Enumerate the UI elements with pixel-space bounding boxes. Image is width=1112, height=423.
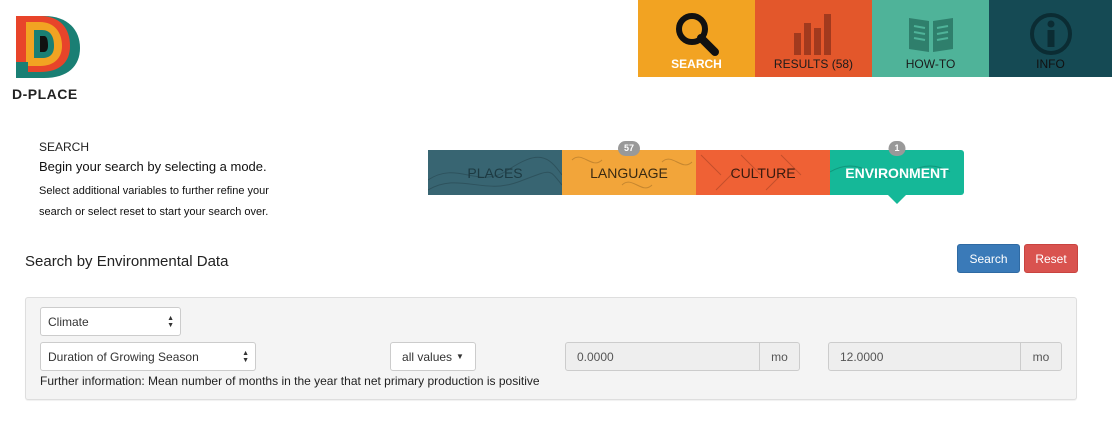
info-icon xyxy=(989,8,1112,60)
active-tab-caret xyxy=(888,195,906,204)
tab-places[interactable]: PLACES xyxy=(428,150,562,195)
nav-howto[interactable]: HOW-TO xyxy=(872,0,989,77)
intro-heading: SEARCH xyxy=(39,140,90,154)
nav-info-label: INFO xyxy=(1036,57,1065,71)
tab-environment[interactable]: 1 ENVIRONMENT xyxy=(830,141,964,204)
intro-lead: Begin your search by selecting a mode. xyxy=(39,159,267,174)
min-unit-addon: mo xyxy=(760,342,800,371)
search-intro: SEARCH Begin your search by selecting a … xyxy=(39,140,339,223)
search-icon xyxy=(638,8,755,60)
variable-select[interactable]: Duration of Growing Season ▲ ▼ xyxy=(40,342,256,371)
min-value-group: 0.0000 mo xyxy=(565,342,800,371)
nav-search-label: SEARCH xyxy=(671,57,722,71)
nav-search[interactable]: SEARCH xyxy=(638,0,755,77)
section-title: Search by Environmental Data xyxy=(25,253,229,270)
nav-results-label: RESULTS (58) xyxy=(773,57,854,71)
min-value-input[interactable]: 0.0000 xyxy=(565,342,760,371)
nav-info[interactable]: INFO xyxy=(989,0,1112,77)
nav-howto-label: HOW-TO xyxy=(905,57,956,71)
nav-results[interactable]: RESULTS (58) xyxy=(755,0,872,77)
further-information: Further information: Mean number of mont… xyxy=(40,374,540,388)
max-value-input[interactable]: 12.0000 xyxy=(828,342,1021,371)
select-arrows-icon: ▲ ▼ xyxy=(242,350,249,364)
intro-sub: Select additional variables to further r… xyxy=(39,185,269,218)
select-arrows-icon: ▲ ▼ xyxy=(167,315,174,329)
environment-count-badge: 1 xyxy=(888,141,906,156)
max-value-group: 12.0000 mo xyxy=(828,342,1062,371)
category-value: Climate xyxy=(48,314,89,329)
tab-language-label: LANGUAGE xyxy=(590,164,668,181)
brand-name: D-PLACE xyxy=(12,86,78,102)
category-select[interactable]: Climate ▲ ▼ xyxy=(40,307,181,336)
d-place-logo[interactable]: D-PLACE xyxy=(12,12,92,102)
tab-language[interactable]: 57 LANGUAGE xyxy=(562,141,696,195)
tab-places-label: PLACES xyxy=(467,164,523,181)
caret-down-icon: ▼ xyxy=(456,352,464,361)
top-nav: SEARCH RESULTS (58) HOW-TO INFO xyxy=(638,0,1112,77)
max-unit-addon: mo xyxy=(1021,342,1062,371)
search-mode-tabs: PLACES 57 LANGUAGE CULTURE 1 ENVIRONMENT xyxy=(428,141,964,204)
logo-mark-icon xyxy=(16,16,80,78)
operator-dropdown[interactable]: all values ▼ xyxy=(390,342,476,371)
bar-chart-icon xyxy=(755,8,872,60)
variable-value: Duration of Growing Season xyxy=(48,349,199,364)
reset-button[interactable]: Reset xyxy=(1024,244,1078,273)
tab-culture[interactable]: CULTURE xyxy=(696,150,830,195)
tab-environment-label: ENVIRONMENT xyxy=(845,164,949,181)
language-count-badge: 57 xyxy=(617,141,641,156)
operator-value: all values xyxy=(402,349,453,364)
book-icon xyxy=(872,8,989,60)
tab-culture-label: CULTURE xyxy=(730,164,796,181)
search-button[interactable]: Search xyxy=(957,244,1020,273)
